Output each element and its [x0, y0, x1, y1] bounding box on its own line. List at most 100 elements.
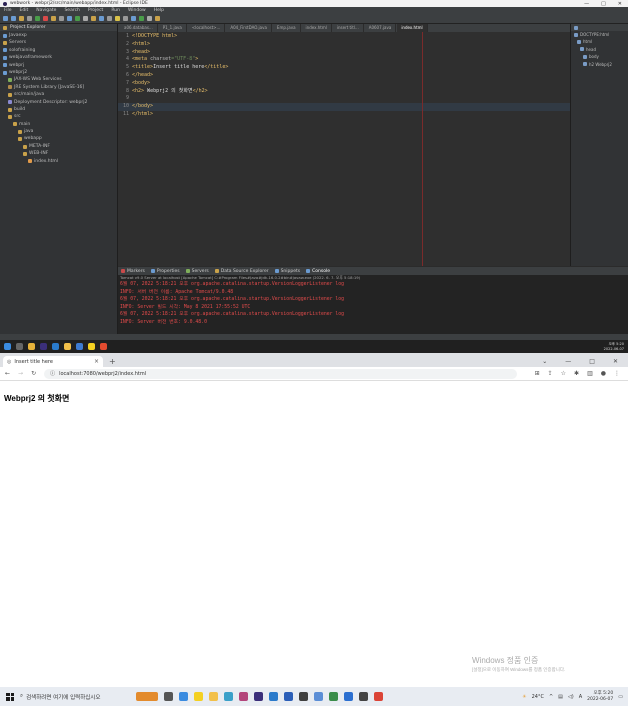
- tree-item[interactable]: webprj: [0, 62, 117, 69]
- tree-item[interactable]: src: [0, 113, 117, 120]
- mail-icon[interactable]: [76, 343, 83, 350]
- browser-tab[interactable]: ◎ Insert title here ×: [3, 356, 103, 367]
- menu-item[interactable]: Help: [154, 8, 164, 13]
- editor-tab[interactable]: A04_FirstDAO.java: [226, 24, 272, 32]
- app-icon-3[interactable]: [284, 692, 293, 701]
- forward-icon[interactable]: →: [18, 370, 23, 377]
- toolbar-tool-icon[interactable]: [131, 16, 136, 21]
- info-icon[interactable]: ⓘ: [50, 370, 55, 377]
- folder-icon[interactable]: [64, 343, 71, 350]
- toolbar-tool-icon[interactable]: [19, 16, 24, 21]
- close-button[interactable]: ✕: [618, 1, 622, 7]
- toolbar-tool-icon[interactable]: [35, 16, 40, 21]
- tree-item[interactable]: webjavaframework: [0, 54, 117, 61]
- vscode-icon[interactable]: [52, 343, 59, 350]
- translate-icon[interactable]: ⊞: [535, 370, 540, 377]
- tree-item[interactable]: main: [0, 121, 117, 128]
- browser-maximize-button[interactable]: □: [589, 356, 595, 367]
- console-view-tab[interactable]: Data Source Explorer: [214, 269, 269, 274]
- eclipse-app-icon[interactable]: [254, 692, 263, 701]
- menu-item[interactable]: Window: [128, 8, 146, 13]
- toolbar-tool-icon[interactable]: [147, 16, 152, 21]
- toolbar-tool-icon[interactable]: [43, 16, 48, 21]
- eclipse-app-icon[interactable]: [40, 343, 47, 350]
- minimize-button[interactable]: —: [584, 1, 589, 7]
- console-view-tab[interactable]: Snippets: [274, 269, 300, 274]
- outline-item[interactable]: body: [571, 53, 628, 60]
- windows-icon[interactable]: [4, 343, 11, 350]
- toolbar-tool-icon[interactable]: [59, 16, 64, 21]
- toolbar-tool-icon[interactable]: [67, 16, 72, 21]
- tree-item[interactable]: Deployment Descriptor: webprj2: [0, 99, 117, 106]
- tab-search-button[interactable]: ⌄: [542, 356, 547, 367]
- app-icon-1[interactable]: [224, 692, 233, 701]
- menu-item[interactable]: Run: [111, 8, 120, 13]
- menu-icon[interactable]: ⋮: [614, 370, 620, 377]
- browser-close-button[interactable]: ✕: [613, 356, 618, 367]
- maximize-button[interactable]: □: [601, 1, 606, 7]
- console-view-tab[interactable]: Properties: [150, 269, 180, 274]
- menu-item[interactable]: Navigate: [36, 8, 56, 13]
- tree-item[interactable]: Servers: [0, 39, 117, 46]
- mail-icon[interactable]: [344, 692, 353, 701]
- toolbar-tool-icon[interactable]: [155, 16, 160, 21]
- menu-item[interactable]: Edit: [20, 8, 29, 13]
- console-view-tab[interactable]: Console: [306, 269, 330, 274]
- volume-icon[interactable]: ◁): [568, 694, 574, 700]
- editor-tab[interactable]: A0607.java: [365, 24, 397, 32]
- outline-item[interactable]: DOCTYPE:html: [571, 31, 628, 38]
- editor-tab[interactable]: Emp.java: [273, 24, 301, 32]
- toolbar-tool-icon[interactable]: [83, 16, 88, 21]
- app-icon-7[interactable]: [359, 692, 368, 701]
- notification-icon[interactable]: ▭: [618, 694, 623, 700]
- taskbar-clock[interactable]: 오후 5:20 2022-06-07: [587, 691, 613, 702]
- app-icon-6[interactable]: [329, 692, 338, 701]
- editor-tab[interactable]: insert titl...: [333, 24, 364, 32]
- tree-item[interactable]: webapp: [0, 135, 117, 142]
- share-icon[interactable]: ⇪: [548, 370, 553, 377]
- weather-temp[interactable]: 24°C: [532, 694, 544, 700]
- editor-tab[interactable]: index.html: [302, 24, 332, 32]
- bookmark-star-icon[interactable]: ☆: [561, 370, 566, 377]
- taskbar-search[interactable]: ⌕ 검색하려면 여기에 입력하십시오: [20, 690, 130, 703]
- editor-tab[interactable]: <localhost>...: [188, 24, 226, 32]
- tree-item[interactable]: META-INF: [0, 143, 117, 150]
- tree-item[interactable]: JAX-WS Web Services: [0, 76, 117, 83]
- outline-item[interactable]: head: [571, 46, 628, 53]
- toolbar-tool-icon[interactable]: [11, 16, 16, 21]
- tree-item[interactable]: index.html: [0, 158, 117, 165]
- toolbar-tool-icon[interactable]: [139, 16, 144, 21]
- app-icon-5[interactable]: [314, 692, 323, 701]
- task-view-icon[interactable]: [164, 692, 173, 701]
- editor-tab[interactable]: P1_1.java: [159, 24, 187, 32]
- profile-icon[interactable]: ●: [601, 370, 606, 377]
- toolbar-tool-icon[interactable]: [91, 16, 96, 21]
- tree-item[interactable]: src/main/java: [0, 91, 117, 98]
- toolbar-tool-icon[interactable]: [107, 16, 112, 21]
- news-widget-icon[interactable]: [136, 692, 158, 701]
- chevron-up-icon[interactable]: ^: [549, 694, 553, 700]
- vscode-icon[interactable]: [269, 692, 278, 701]
- start-button[interactable]: [6, 692, 14, 701]
- toolbar-tool-icon[interactable]: [75, 16, 80, 21]
- address-bar[interactable]: ⓘ localhost:7080/webprj2/index.html: [44, 368, 517, 379]
- toolbar-tool-icon[interactable]: [99, 16, 104, 21]
- editor-tab[interactable]: a06.databas...: [120, 24, 158, 32]
- weather-icon[interactable]: ☀: [522, 694, 526, 700]
- tree-item[interactable]: JRE System Library [JavaSE-16]: [0, 84, 117, 91]
- app-icon-2[interactable]: [239, 692, 248, 701]
- chrome-active-icon[interactable]: [374, 692, 383, 701]
- close-tab-icon[interactable]: ×: [94, 358, 99, 365]
- toolbar-tool-icon[interactable]: [51, 16, 56, 21]
- chrome-icon[interactable]: [28, 343, 35, 350]
- ime-indicator[interactable]: A: [579, 694, 582, 700]
- kakao-icon[interactable]: [88, 343, 95, 350]
- app-icon-4[interactable]: [299, 692, 308, 701]
- search-icon[interactable]: [16, 343, 23, 350]
- console-view-tab[interactable]: Markers: [121, 269, 145, 274]
- menu-item[interactable]: Project: [88, 8, 103, 13]
- new-tab-button[interactable]: +: [103, 356, 122, 367]
- tree-item[interactable]: Javaexp: [0, 32, 117, 39]
- menu-item[interactable]: Search: [64, 8, 79, 13]
- network-icon[interactable]: ▤: [558, 694, 563, 700]
